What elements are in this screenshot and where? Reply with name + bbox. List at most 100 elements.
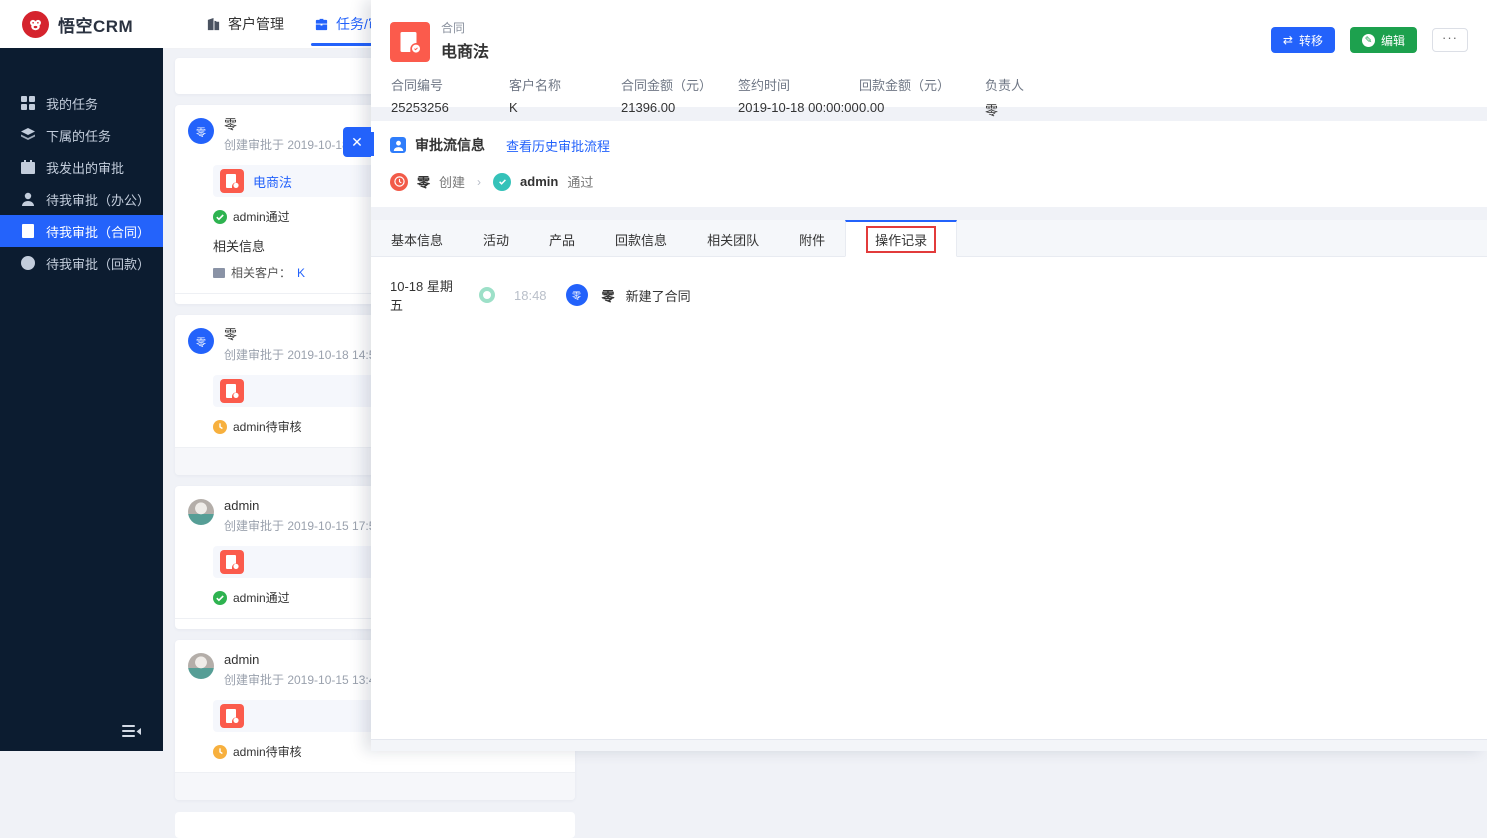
- coin-icon: [21, 256, 35, 270]
- avatar: 零: [188, 118, 214, 144]
- timeline-dot-icon: [479, 287, 495, 303]
- passed-icon: [213, 209, 227, 224]
- avatar: 零: [188, 328, 214, 354]
- timeline-date: 10-18 星期五: [390, 279, 453, 313]
- app-logo[interactable]: 悟空CRM: [0, 10, 154, 38]
- tab-operation-log[interactable]: 操作记录: [845, 220, 958, 257]
- briefcase-icon: [315, 18, 328, 30]
- record-type-label: 合同: [441, 21, 466, 35]
- tab-products[interactable]: 产品: [529, 220, 595, 256]
- status-text: admin通过: [233, 591, 290, 605]
- detail-header: 合同 电商法 合同编号 25253256 客户名称 K 合同金额（元） 2139…: [371, 0, 1487, 118]
- field-contract-number: 合同编号 25253256: [391, 78, 449, 115]
- tab-attachments[interactable]: 附件: [779, 220, 845, 256]
- sidebar: 我的任务 下属的任务 我发出的审批 待我审批（办公） 待我审批（合同） 待我审批…: [0, 48, 163, 751]
- more-button[interactable]: ···: [1432, 28, 1468, 52]
- contract-detail-panel: ✕ 合同 电商法 合同编号 25253256 客户名称 K 合同金额（元） 21…: [343, 0, 1487, 751]
- status-text: admin待审核: [233, 745, 302, 759]
- sidebar-item-my-sent-approvals[interactable]: 我发出的审批: [0, 151, 163, 183]
- contract-icon: [220, 379, 244, 403]
- flow-section-title: 审批流信息: [415, 137, 485, 153]
- more-icon: ···: [1442, 30, 1458, 45]
- edit-button[interactable]: ✎ 编辑: [1349, 27, 1417, 53]
- field-sign-time: 签约时间 2019-10-18 00:00:00: [738, 78, 859, 115]
- timeline-user: 零: [601, 288, 615, 304]
- contract-icon: [220, 704, 244, 728]
- flow-user-icon: [390, 137, 406, 153]
- check-icon: [493, 172, 512, 191]
- sidebar-item-label: 下属的任务: [46, 128, 112, 144]
- logo-text: 悟空CRM: [58, 16, 134, 36]
- contract-icon: [220, 169, 244, 193]
- close-icon: ✕: [351, 133, 363, 150]
- status-text: admin通过: [233, 210, 290, 224]
- related-customer-link[interactable]: K: [297, 266, 305, 280]
- field-owner: 负责人 零: [985, 78, 1025, 118]
- sidebar-item-label: 待我审批（回款）: [46, 256, 151, 272]
- sidebar-item-pending-contract[interactable]: 待我审批（合同）: [0, 215, 163, 247]
- flow-step-action: 创建: [439, 175, 466, 190]
- building-icon: [207, 17, 220, 30]
- sidebar-collapse-button[interactable]: [119, 721, 143, 741]
- sidebar-item-label: 我发出的审批: [46, 160, 125, 176]
- flow-step-name: admin: [520, 174, 559, 189]
- sidebar-item-label: 待我审批（办公）: [46, 192, 151, 208]
- sidebar-item-label: 我的任务: [46, 96, 99, 112]
- flow-step-name: 零: [417, 175, 431, 190]
- flow-step-action: 通过: [567, 175, 594, 190]
- panel-footer: [371, 739, 1487, 751]
- field-contract-amount: 合同金额（元） 21396.00: [621, 78, 713, 115]
- timeline-action: 新建了合同: [625, 288, 691, 304]
- chevron-right-icon: ›: [477, 174, 482, 189]
- annotation-box: 操作记录: [866, 225, 937, 253]
- card-footer: [175, 772, 575, 800]
- detail-fields: 合同编号 25253256 客户名称 K 合同金额（元） 21396.00 签约…: [391, 75, 1467, 119]
- sidebar-item-label: 待我审批（合同）: [46, 224, 151, 240]
- flow-steps: 零 创建 › admin 通过: [371, 155, 1487, 191]
- pending-icon: [213, 419, 227, 434]
- timeline-time: 18:48: [514, 287, 547, 303]
- calendar-check-icon: [21, 160, 35, 174]
- edit-icon: ✎: [1361, 33, 1375, 47]
- transfer-icon: ⇄: [1282, 33, 1293, 47]
- tab-payment-info[interactable]: 回款信息: [595, 220, 687, 256]
- nav-customer-management[interactable]: 客户管理: [191, 0, 299, 48]
- contract-icon: [22, 224, 34, 238]
- detail-actions: ⇄ 转移 ✎ 编辑 ···: [1270, 27, 1468, 53]
- sidebar-item-pending-payment[interactable]: 待我审批（回款）: [0, 247, 163, 279]
- clock-icon: [390, 172, 408, 191]
- monkey-logo-icon: [22, 10, 49, 38]
- passed-icon: [213, 590, 227, 605]
- related-customer-label: 相关客户：: [231, 266, 292, 280]
- avatar: 零: [565, 284, 588, 306]
- sidebar-item-pending-office[interactable]: 待我审批（办公）: [0, 183, 163, 215]
- list-bottom-bar: [175, 812, 575, 838]
- avatar: [188, 653, 214, 679]
- customer-card-icon: [213, 267, 225, 279]
- tab-related-team[interactable]: 相关团队: [687, 220, 779, 256]
- flow-section-header: 审批流信息 查看历史审批流程: [371, 132, 1487, 156]
- tab-basic-info[interactable]: 基本信息: [371, 220, 463, 256]
- tab-bar: 基本信息 活动 产品 回款信息 相关团队 附件 操作记录: [371, 220, 1487, 257]
- operation-log-content: 10-18 星期五 18:48 零 零 新建了合同: [371, 257, 1487, 739]
- sidebar-menu: 我的任务 下属的任务 我发出的审批 待我审批（办公） 待我审批（合同） 待我审批…: [0, 87, 163, 279]
- contract-icon: [390, 22, 430, 62]
- page-title: 电商法: [441, 44, 490, 61]
- sidebar-item-my-tasks[interactable]: 我的任务: [0, 87, 163, 119]
- user-icon: [22, 192, 34, 206]
- transfer-button[interactable]: ⇄ 转移: [1270, 27, 1335, 53]
- detail-tabs-section: 基本信息 活动 产品 回款信息 相关团队 附件 操作记录 10-18 星期五 1…: [371, 220, 1487, 751]
- tab-activity[interactable]: 活动: [463, 220, 529, 256]
- collapse-icon: [121, 724, 141, 737]
- sidebar-item-subordinate-tasks[interactable]: 下属的任务: [0, 119, 163, 151]
- layers-icon: [21, 128, 35, 140]
- approval-flow-section: 审批流信息 查看历史审批流程 零 创建 › admin 通过: [371, 121, 1487, 207]
- field-customer-name: 客户名称 K: [509, 78, 562, 115]
- close-panel-button[interactable]: ✕: [343, 127, 371, 157]
- history-flow-link[interactable]: 查看历史审批流程: [506, 136, 610, 155]
- contract-link[interactable]: 电商法: [253, 172, 292, 191]
- pending-icon: [213, 744, 227, 759]
- field-payment-amount: 回款金额（元） 0.00: [859, 78, 951, 115]
- timeline-entry: 10-18 星期五 18:48 零 零 新建了合同: [371, 257, 1487, 314]
- contract-icon: [220, 550, 244, 574]
